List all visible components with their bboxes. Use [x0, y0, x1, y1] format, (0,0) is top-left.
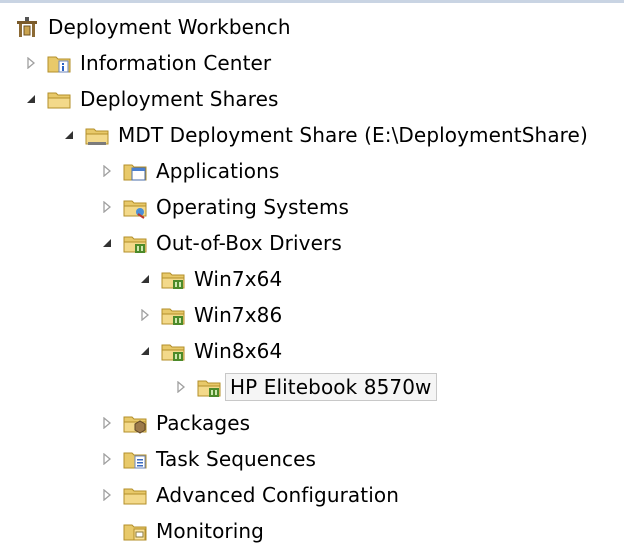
drivers-folder-icon — [160, 302, 186, 328]
tree-node-information-center[interactable]: Information Center — [24, 46, 271, 80]
tree-node-hp-elitebook-8570w[interactable]: HP Elitebook 8570w — [174, 370, 437, 404]
tree-node-label: MDT Deployment Share (E:\DeploymentShare… — [118, 123, 588, 147]
tree-node-label: Win7x64 — [194, 267, 283, 291]
tree-node-out-of-box-drivers[interactable]: Out-of-Box Drivers — [100, 226, 342, 260]
folder-icon — [46, 86, 72, 112]
tree-node-label: Deployment Shares — [80, 87, 279, 111]
tree-node-applications[interactable]: Applications — [100, 154, 279, 188]
expand-arrow-icon[interactable] — [100, 488, 114, 502]
tree-node-label: Packages — [156, 411, 251, 435]
drivers-folder-icon — [122, 230, 148, 256]
tree-node-advanced-configuration[interactable]: Advanced Configuration — [100, 478, 399, 512]
expand-arrow-icon[interactable] — [100, 416, 114, 430]
collapse-arrow-icon[interactable] — [24, 92, 38, 106]
expand-arrow-icon[interactable] — [174, 380, 188, 394]
tree-node-label: Win7x86 — [194, 303, 283, 327]
expand-arrow-icon[interactable] — [100, 164, 114, 178]
tree-node-mdt-deployment-share[interactable]: MDT Deployment Share (E:\DeploymentShare… — [62, 118, 588, 152]
tree-node-label: Win8x64 — [194, 339, 283, 363]
applications-folder-icon — [122, 158, 148, 184]
expand-arrow-icon[interactable] — [24, 56, 38, 70]
info-folder-icon — [46, 50, 72, 76]
tree-node-task-sequences[interactable]: Task Sequences — [100, 442, 316, 476]
collapse-arrow-icon[interactable] — [100, 236, 114, 250]
expand-arrow-icon[interactable] — [100, 452, 114, 466]
tree-node-packages[interactable]: Packages — [100, 406, 250, 440]
packages-folder-icon — [122, 410, 148, 436]
tree-node-deployment-workbench[interactable]: Deployment Workbench — [14, 10, 291, 44]
os-folder-icon — [122, 194, 148, 220]
expand-arrow-icon[interactable] — [138, 308, 152, 322]
collapse-arrow-icon[interactable] — [138, 272, 152, 286]
tree-node-label: Operating Systems — [156, 195, 350, 219]
monitoring-folder-icon — [122, 518, 148, 544]
tree-node-label: Applications — [156, 159, 280, 183]
task-sequence-folder-icon — [122, 446, 148, 472]
tree-node-monitoring[interactable]: Monitoring — [100, 514, 264, 548]
folder-icon — [122, 482, 148, 508]
tree-node-win7x86[interactable]: Win7x86 — [138, 298, 282, 332]
drivers-folder-icon — [196, 374, 222, 400]
drivers-folder-icon — [160, 266, 186, 292]
navigation-tree[interactable]: Deployment Workbench Information Center — [0, 0, 624, 546]
tree-node-deployment-shares[interactable]: Deployment Shares — [24, 82, 279, 116]
expand-arrow-icon[interactable] — [100, 200, 114, 214]
tree-node-label: Task Sequences — [156, 447, 316, 471]
tree-node-win7x64[interactable]: Win7x64 — [138, 262, 282, 296]
tree-node-label: Deployment Workbench — [48, 15, 291, 39]
collapse-arrow-icon[interactable] — [62, 128, 76, 142]
tree-node-label: HP Elitebook 8570w — [225, 373, 437, 401]
tree-node-label: Advanced Configuration — [156, 483, 399, 507]
tree-node-operating-systems[interactable]: Operating Systems — [100, 190, 349, 224]
tree-node-win8x64[interactable]: Win8x64 — [138, 334, 282, 368]
tree-node-label: Out-of-Box Drivers — [156, 231, 342, 255]
tree-node-label: Information Center — [80, 51, 272, 75]
share-folder-icon — [84, 122, 110, 148]
collapse-arrow-icon[interactable] — [138, 344, 152, 358]
tree-node-label: Monitoring — [156, 519, 264, 543]
drivers-folder-icon — [160, 338, 186, 364]
workbench-icon — [14, 14, 40, 40]
